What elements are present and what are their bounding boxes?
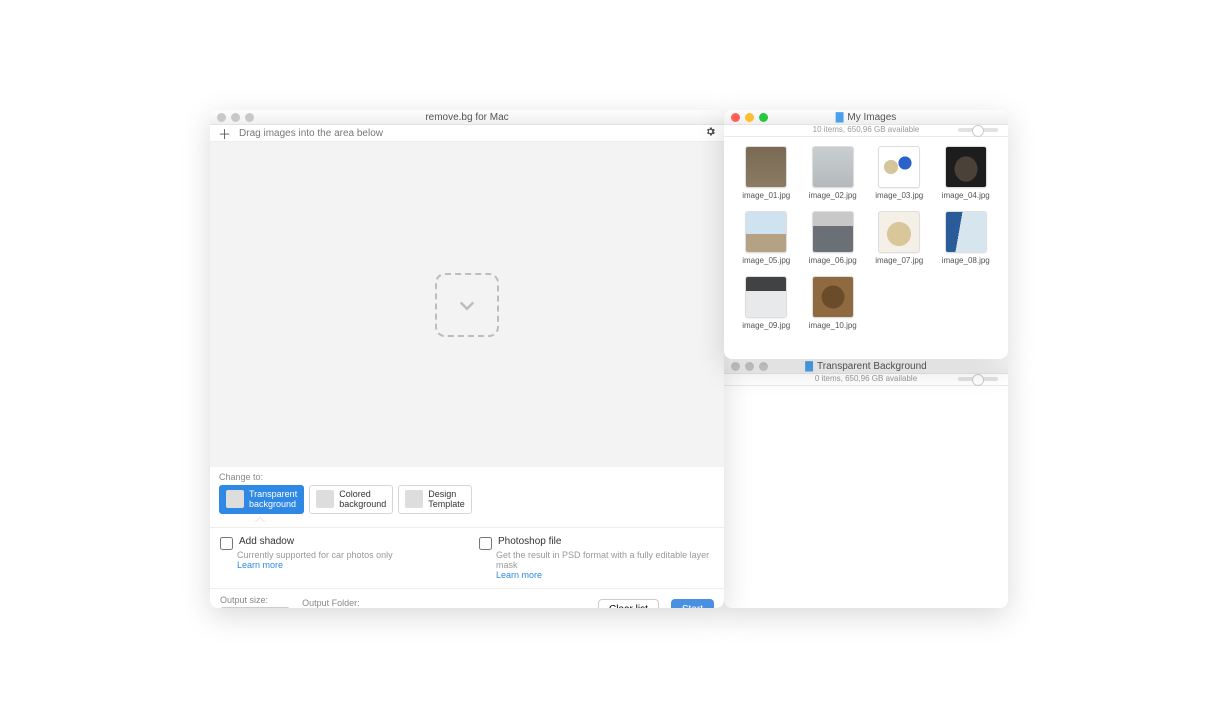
close-icon[interactable] [731,113,740,122]
add-shadow-input[interactable] [220,537,233,550]
psd-learn-link[interactable]: Learn more [496,570,714,580]
output-folder-label: Output Folder: [302,598,483,608]
window-title: remove.bg for Mac [210,112,724,123]
thumbnail-icon [746,147,786,187]
thumbnail-icon [946,212,986,252]
file-item[interactable]: image_01.jpg [738,147,795,200]
psd-sub: Get the result in PSD format with a full… [496,550,714,570]
chip-design-template[interactable]: Design Template [398,485,472,514]
finder-subbar: 10 items, 650,96 GB available [724,125,1008,137]
clear-list-button[interactable]: Clear list [598,599,659,608]
minimize-icon[interactable] [745,362,754,371]
window-title: Transparent Background [817,361,927,372]
file-grid: image_01.jpg image_02.jpg image_03.jpg i… [724,137,1008,340]
finder-subbar: 0 items, 650,96 GB available [724,374,1008,386]
add-shadow-learn-link[interactable]: Learn more [237,560,455,570]
toolbar: ＋ Drag images into the area below [210,125,724,142]
icon-size-slider[interactable] [958,128,998,132]
dropzone[interactable] [210,142,724,467]
finder-transparent-bg: ▇ Transparent Background 0 items, 650,96… [724,359,1008,608]
file-item[interactable]: image_06.jpg [805,212,862,265]
traffic-lights [217,113,254,122]
file-item[interactable]: image_03.jpg [871,147,928,200]
icon-size-slider[interactable] [958,377,998,381]
add-shadow-sub: Currently supported for car photos only [237,550,455,560]
output-size-label: Output size: [220,595,290,605]
file-item[interactable]: image_04.jpg [938,147,995,200]
file-item[interactable]: image_08.jpg [938,212,995,265]
thumbnail-icon [746,212,786,252]
thumbnail-icon [746,277,786,317]
folder-icon: ▇ [805,361,813,372]
titlebar[interactable]: ▇ My Images [724,110,1008,125]
file-item[interactable]: image_07.jpg [871,212,928,265]
add-icon[interactable]: ＋ [218,124,231,143]
traffic-lights [731,113,768,122]
maximize-icon[interactable] [245,113,254,122]
chip-colored-bg[interactable]: Colored background [309,485,393,514]
thumbnail-icon [813,277,853,317]
titlebar[interactable]: ▇ Transparent Background [724,359,1008,374]
template-icon [405,490,423,508]
file-item[interactable]: image_02.jpg [805,147,862,200]
maximize-icon[interactable] [759,362,768,371]
thumbnail-icon [813,212,853,252]
chip-row: Transparent background Colored backgroun… [219,485,715,514]
options-panel: Add shadow Currently supported for car p… [210,527,724,588]
output-size-select[interactable]: Full image [220,607,290,608]
file-item[interactable]: image_10.jpg [805,277,862,330]
color-wheel-icon [316,490,334,508]
file-item[interactable]: image_09.jpg [738,277,795,330]
change-to-label: Change to: [219,472,715,482]
thumbnail-icon [813,147,853,187]
settings-button[interactable] [705,126,716,140]
psd-checkbox[interactable]: Photoshop file [479,536,714,550]
minimize-icon[interactable] [231,113,240,122]
thumbnail-icon [946,147,986,187]
checker-icon [226,490,244,508]
titlebar[interactable]: remove.bg for Mac [210,110,724,125]
psd-input[interactable] [479,537,492,550]
thumbnail-icon [879,147,919,187]
chip-caret [219,514,715,520]
dropzone-box [435,273,499,337]
minimize-icon[interactable] [745,113,754,122]
download-arrow-icon [452,290,482,320]
chip-transparent-bg[interactable]: Transparent background [219,485,304,514]
output-row: Output size: Full image Output Folder: /… [210,588,724,608]
file-item[interactable]: image_05.jpg [738,212,795,265]
add-shadow-checkbox[interactable]: Add shadow [220,536,455,550]
thumbnail-icon [879,212,919,252]
finder-my-images: ▇ My Images 10 items, 650,96 GB availabl… [724,110,1008,359]
removebg-window: remove.bg for Mac ＋ Drag images into the… [210,110,724,608]
window-title: My Images [847,112,896,123]
drag-hint: Drag images into the area below [239,128,383,139]
close-icon[interactable] [731,362,740,371]
maximize-icon[interactable] [759,113,768,122]
change-to-panel: Change to: Transparent background Colore… [210,467,724,527]
close-icon[interactable] [217,113,226,122]
gear-icon [705,126,716,137]
traffic-lights [731,362,768,371]
folder-icon: ▇ [836,112,844,123]
start-button[interactable]: Start [671,599,714,608]
